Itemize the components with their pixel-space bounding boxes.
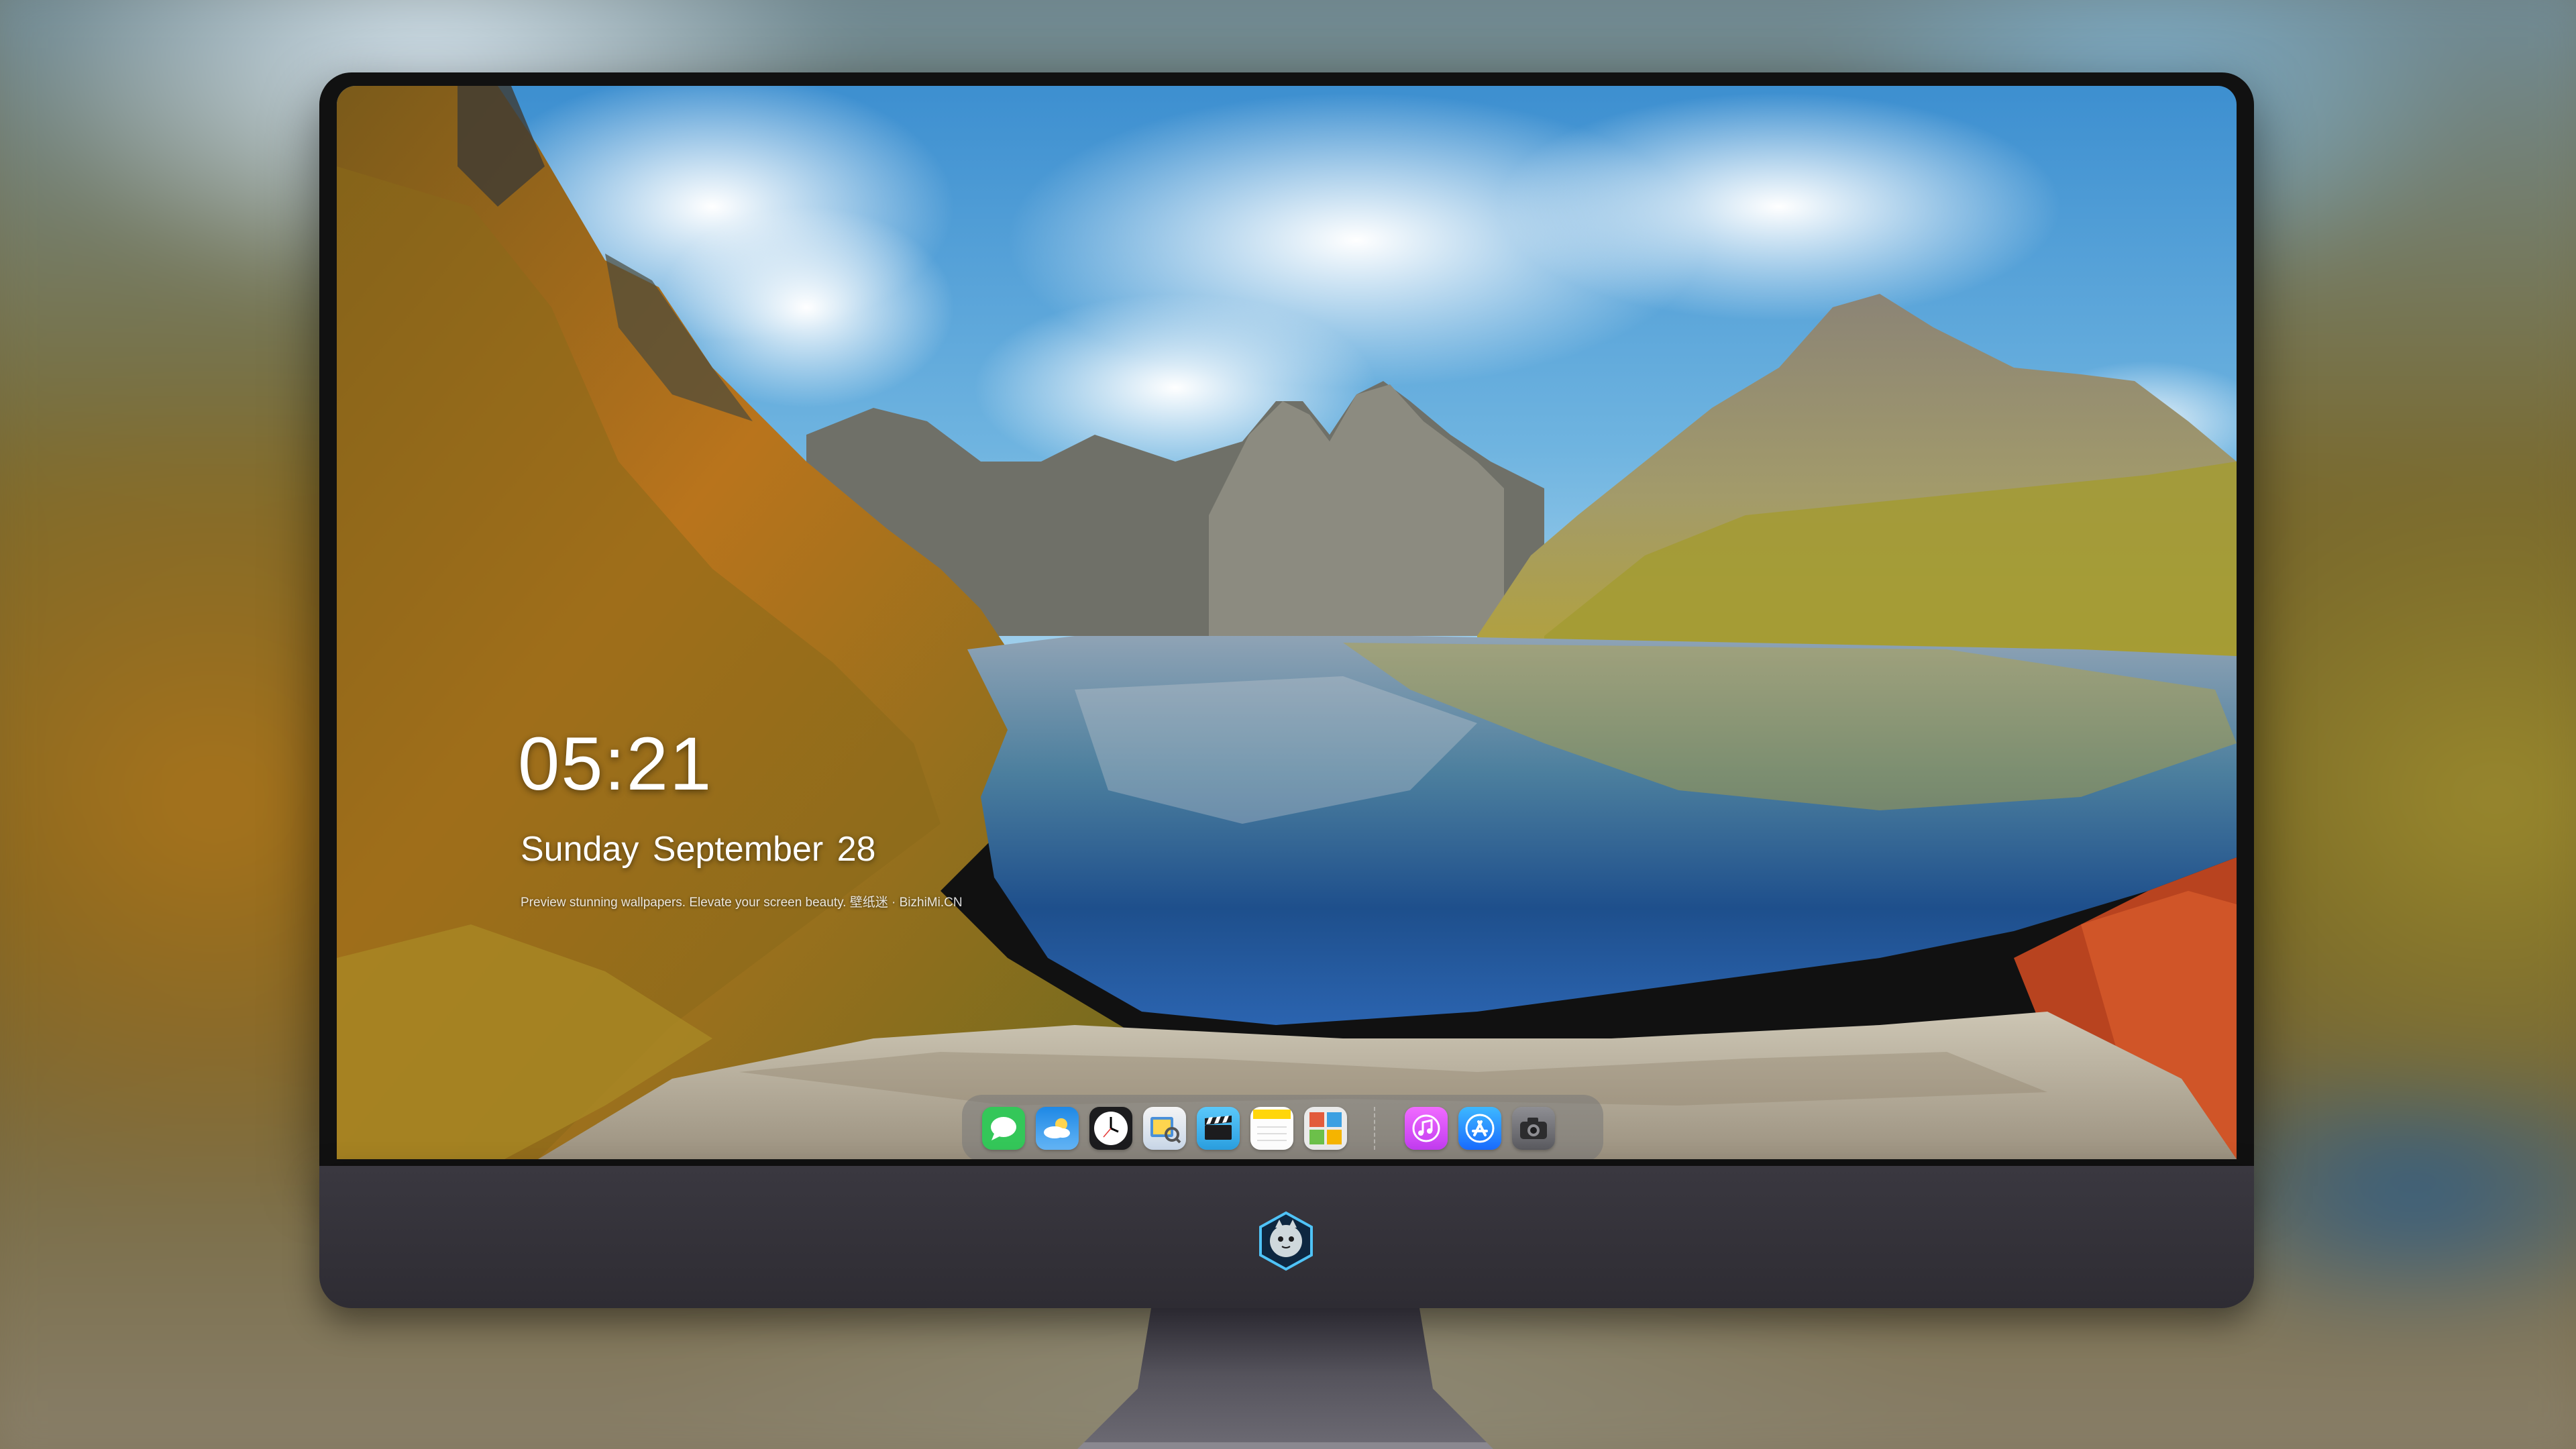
monitor: 05:21 Sunday September 28 Preview stunni…: [319, 72, 2254, 1449]
notes-icon[interactable]: [1250, 1107, 1293, 1150]
dock-separator: [1374, 1107, 1378, 1150]
music-icon[interactable]: [1405, 1107, 1448, 1150]
wallpaper: [337, 86, 2237, 1159]
messages-icon[interactable]: [982, 1107, 1025, 1150]
monitor-chin: [319, 1166, 2254, 1308]
app-store-icon[interactable]: [1458, 1107, 1501, 1150]
wallpaper-caption: Preview stunning wallpapers. Elevate you…: [521, 896, 963, 910]
clapperboard-icon[interactable]: [1197, 1107, 1240, 1150]
mascot-logo-icon: [1259, 1211, 1313, 1271]
monitor-bezel: 05:21 Sunday September 28 Preview stunni…: [319, 72, 2254, 1166]
photo-booth-icon[interactable]: [1304, 1107, 1347, 1150]
weather-icon[interactable]: [1036, 1107, 1079, 1150]
lock-screen-clock: 05:21: [518, 722, 713, 806]
monitor-stand: [1077, 1308, 1493, 1449]
lock-screen-date: Sunday September 28: [521, 830, 876, 869]
dock: [962, 1095, 1603, 1159]
camera-icon[interactable]: [1512, 1107, 1555, 1150]
clock-icon[interactable]: [1089, 1107, 1132, 1150]
screen: 05:21 Sunday September 28 Preview stunni…: [337, 86, 2237, 1159]
desktop-stage: 05:21 Sunday September 28 Preview stunni…: [0, 0, 2576, 1449]
preview-icon[interactable]: [1143, 1107, 1186, 1150]
